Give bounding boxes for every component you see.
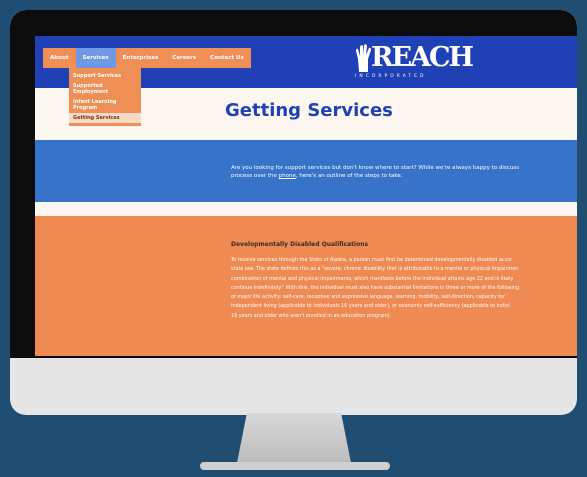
dropdown-item-getting-services[interactable]: Getting Services [69,113,141,123]
body-line: continue indefinitely." With this, the i… [231,284,520,291]
dropdown-item-supported-employment[interactable]: Supported Employment [69,81,141,97]
services-dropdown: Support Services Supported Employment In… [69,68,141,126]
nav-item-careers[interactable]: Careers [165,48,203,68]
body-line: combination of mental and physical impai… [231,275,514,282]
screen: About Services Enterprises Careers Conta… [35,36,577,356]
dropdown-item-support-services[interactable]: Support Services [69,71,141,81]
monitor-bezel: About Services Enterprises Careers Conta… [10,10,577,358]
body-line: independent living (applicable to indivi… [231,303,510,310]
dropdown-item-infant-learning-program[interactable]: Infant Learning Program [69,97,141,113]
nav-item-enterprises[interactable]: Enterprises [116,48,166,68]
intro-line-1: Are you looking for support services but… [231,165,520,171]
reach-logo[interactable]: REACH INCORPORATED [353,42,474,83]
body-line: 16 years and older who aren't enrolled i… [231,312,392,319]
intro-line-2-before: process over the [231,173,279,179]
monitor-stand-neck [236,413,352,463]
section-heading: Developmentally Disabled Qualifications [231,241,369,248]
intro-text: Are you looking for support services but… [231,164,577,180]
phone-link[interactable]: phone [279,173,296,179]
nav-item-about[interactable]: About [43,48,76,68]
intro-line-2: process over the phone, here's an outlin… [231,172,577,180]
monitor-stand-base [200,462,390,470]
nav-item-contact-us[interactable]: Contact Us [203,48,251,68]
nav-item-services[interactable]: Services [75,48,116,68]
logo-text: REACH [371,42,474,73]
body-line: state law. The state defines this as a "… [231,266,519,273]
section-body: To receive services through the State of… [231,256,577,321]
body-line: To receive services through the State of… [231,257,513,263]
monitor: About Services Enterprises Careers Conta… [10,10,577,415]
intro-line-2-after: , here's an outline of the steps to take… [295,173,403,179]
main-nav: About Services Enterprises Careers Conta… [43,48,251,68]
body-line: of major life activity: self-care, recep… [231,294,506,301]
page-title: Getting Services [225,100,393,121]
section-spacer [35,202,577,216]
logo-subtitle: INCORPORATED [355,74,427,79]
intro-band: Are you looking for support services but… [35,140,577,202]
qualifications-section: Developmentally Disabled Qualifications … [35,216,577,356]
